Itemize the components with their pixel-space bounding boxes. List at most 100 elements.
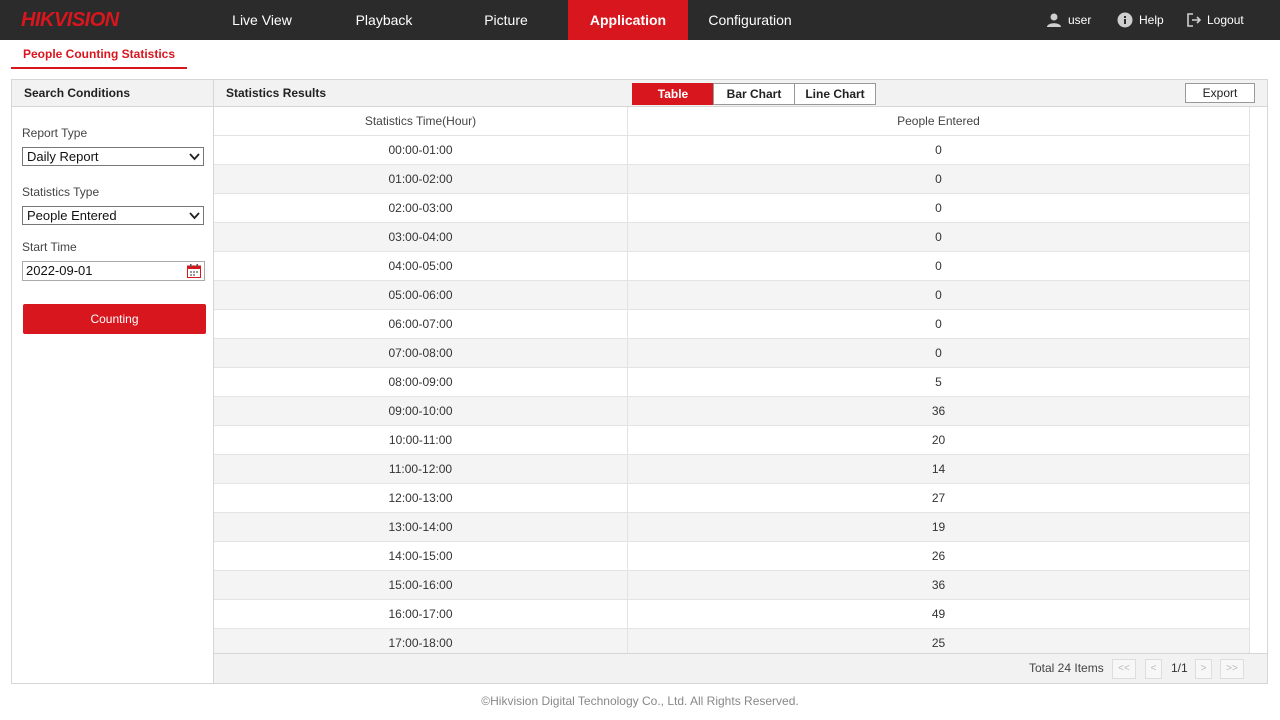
tab-table[interactable]: Table [632, 83, 714, 105]
table-row: 11:00-12:00 14 [214, 455, 1249, 484]
table-row: 17:00-18:00 25 [214, 629, 1249, 653]
user-menu[interactable]: user [1046, 0, 1091, 40]
export-button[interactable]: Export [1185, 83, 1255, 103]
chevron-down-icon [189, 153, 200, 161]
table-row: 12:00-13:00 27 [214, 484, 1249, 513]
total-items-text: Total 24 Items [1029, 661, 1104, 675]
cell-time: 09:00-10:00 [388, 404, 453, 418]
cell-people-entered: 14 [931, 462, 946, 476]
cell-time: 08:00-09:00 [388, 375, 453, 389]
cell-people-entered: 20 [931, 433, 946, 447]
column-header-time: Statistics Time(Hour) [214, 107, 627, 136]
table-row: 14:00-15:00 26 [214, 542, 1249, 571]
cell-people-entered: 49 [931, 607, 946, 621]
nav-live-view[interactable]: Live View [212, 0, 312, 40]
cell-time: 17:00-18:00 [388, 636, 453, 650]
cell-people-entered: 0 [935, 143, 942, 157]
cell-people-entered: 0 [935, 230, 942, 244]
table-row: 08:00-09:00 5 [214, 368, 1249, 397]
cell-people-entered: 0 [935, 259, 942, 273]
start-time-field[interactable]: 2022-09-01 [22, 261, 205, 281]
tab-bar-chart[interactable]: Bar Chart [713, 83, 795, 105]
nav-picture[interactable]: Picture [456, 0, 556, 40]
last-page-button[interactable]: >> [1220, 659, 1244, 679]
logout-label: Logout [1207, 13, 1244, 27]
cell-time: 02:00-03:00 [388, 201, 453, 215]
statistics-type-select[interactable]: People Entered [22, 206, 204, 225]
table-row: 13:00-14:00 19 [214, 513, 1249, 542]
cell-people-entered: 0 [935, 201, 942, 215]
hikvision-logo: HIKVISION [21, 9, 119, 31]
cell-people-entered: 27 [931, 491, 946, 505]
chevron-down-icon [189, 212, 200, 220]
cell-people-entered: 0 [935, 346, 942, 360]
cell-time: 14:00-15:00 [388, 549, 453, 563]
cell-time: 03:00-04:00 [388, 230, 453, 244]
cell-time: 04:00-05:00 [388, 259, 453, 273]
cell-time: 00:00-01:00 [388, 143, 453, 157]
table-row: 01:00-02:00 0 [214, 165, 1249, 194]
cell-time: 05:00-06:00 [388, 288, 453, 302]
first-page-button[interactable]: << [1112, 659, 1136, 679]
cell-time: 15:00-16:00 [388, 578, 453, 592]
cell-people-entered: 36 [931, 404, 946, 418]
statistics-results-panel: Statistics Results Table Bar Chart Line … [213, 79, 1268, 684]
nav-playback[interactable]: Playback [334, 0, 434, 40]
nav-application[interactable]: Application [568, 0, 688, 40]
table-row: 05:00-06:00 0 [214, 281, 1249, 310]
table-row: 03:00-04:00 0 [214, 223, 1249, 252]
tab-line-chart[interactable]: Line Chart [794, 83, 876, 105]
cell-people-entered: 0 [935, 172, 942, 186]
cell-people-entered: 26 [931, 549, 946, 563]
copyright-text: ©Hikvision Digital Technology Co., Ltd. … [481, 694, 799, 708]
table-row: 06:00-07:00 0 [214, 310, 1249, 339]
help-label: Help [1139, 13, 1164, 27]
search-conditions-panel: Search Conditions Report Type Daily Repo… [11, 79, 214, 684]
help-link[interactable]: Help [1117, 0, 1164, 40]
cell-people-entered: 36 [931, 578, 946, 592]
table-row: 04:00-05:00 0 [214, 252, 1249, 281]
cell-time: 10:00-11:00 [388, 433, 453, 447]
column-header-people-entered: People Entered [628, 107, 1249, 136]
scrollbar-track[interactable] [1249, 107, 1250, 653]
user-icon [1047, 13, 1061, 27]
page-indicator: 1/1 [1171, 661, 1188, 675]
report-type-select[interactable]: Daily Report [22, 147, 204, 166]
cell-people-entered: 0 [935, 288, 942, 302]
table-row: 10:00-11:00 20 [214, 426, 1249, 455]
pagination-bar: Total 24 Items << < 1/1 > >> [214, 653, 1267, 683]
logout-icon [1187, 13, 1201, 27]
table-row: 07:00-08:00 0 [214, 339, 1249, 368]
statistics-type-value: People Entered [27, 208, 117, 223]
cell-people-entered: 19 [931, 520, 946, 534]
statistics-results-title: Statistics Results [226, 86, 327, 100]
next-page-button[interactable]: > [1195, 659, 1212, 679]
column-divider [627, 107, 628, 653]
nav-configuration[interactable]: Configuration [700, 0, 800, 40]
cell-time: 16:00-17:00 [388, 607, 453, 621]
table-row: 09:00-10:00 36 [214, 397, 1249, 426]
cell-people-entered: 5 [935, 375, 942, 389]
report-type-value: Daily Report [27, 149, 99, 164]
cell-time: 01:00-02:00 [388, 172, 453, 186]
report-type-label: Report Type [22, 126, 88, 140]
cell-time: 07:00-08:00 [388, 346, 453, 360]
results-header: Statistics Results Table Bar Chart Line … [214, 80, 1267, 107]
cell-time: 06:00-07:00 [388, 317, 453, 331]
cell-people-entered: 0 [935, 317, 942, 331]
cell-people-entered: 25 [931, 636, 946, 650]
table-row: 15:00-16:00 36 [214, 571, 1249, 600]
table-row: 02:00-03:00 0 [214, 194, 1249, 223]
prev-page-button[interactable]: < [1145, 659, 1162, 679]
cell-time: 13:00-14:00 [388, 520, 453, 534]
calendar-icon[interactable] [186, 263, 202, 279]
tab-people-counting-statistics[interactable]: People Counting Statistics [11, 44, 187, 69]
cell-time: 11:00-12:00 [388, 462, 453, 476]
search-conditions-title: Search Conditions [12, 80, 213, 107]
logout-link[interactable]: Logout [1187, 0, 1244, 40]
counting-button[interactable]: Counting [23, 304, 206, 334]
table-row: 00:00-01:00 0 [214, 136, 1249, 165]
statistics-type-label: Statistics Type [22, 185, 100, 199]
top-navigation-bar: HIKVISION Live View Playback Picture App… [0, 0, 1280, 40]
results-table: Statistics Time(Hour) People Entered 00:… [214, 107, 1267, 653]
